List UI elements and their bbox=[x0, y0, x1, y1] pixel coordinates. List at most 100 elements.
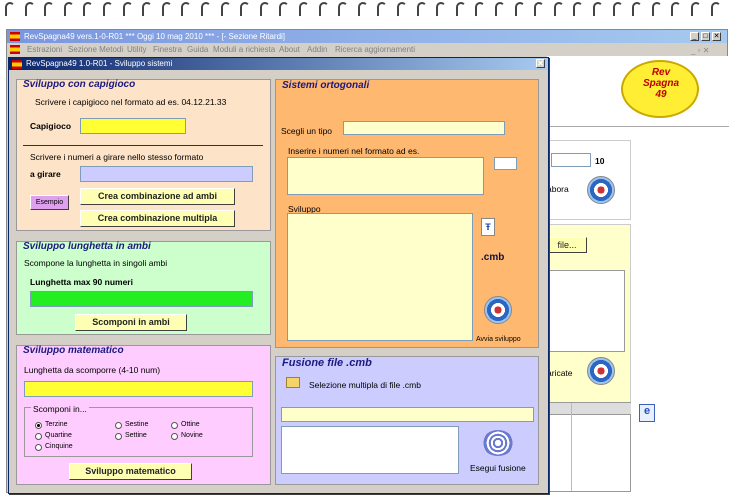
inserire-input[interactable] bbox=[287, 157, 484, 195]
matematico-input[interactable] bbox=[24, 381, 253, 397]
main-title: RevSpagna49 vers.1-0-R01 *** Oggi 10 mag… bbox=[24, 32, 286, 41]
matematico-panel: Sviluppo matematico Lunghetta da scompor… bbox=[16, 345, 271, 485]
bg-grid bbox=[547, 402, 631, 492]
binder-ring-icon bbox=[240, 2, 251, 16]
radio-terzine[interactable] bbox=[35, 422, 42, 429]
binder-ring-icon bbox=[475, 2, 486, 16]
fusione-panel: Fusione file .cmb Selezione multipla di … bbox=[275, 356, 539, 485]
sviluppo-matematico-button[interactable]: Sviluppo matematico bbox=[69, 463, 192, 480]
menu-finestra[interactable]: Finestra bbox=[153, 43, 182, 56]
crea-multipla-button[interactable]: Crea combinazione multipla bbox=[80, 210, 235, 227]
binder-ring-icon bbox=[455, 2, 466, 16]
binder-ring-icon bbox=[357, 2, 368, 16]
menu-utility[interactable]: Utility bbox=[127, 43, 147, 56]
fusione-sphere-icon[interactable] bbox=[482, 430, 514, 456]
binder-ring-icon bbox=[416, 2, 427, 16]
ie-icon[interactable]: e bbox=[639, 404, 655, 422]
app-flag-icon bbox=[10, 32, 20, 41]
binder-ring-icon bbox=[5, 2, 15, 16]
crea-ambi-button[interactable]: Crea combinazione ad ambi bbox=[80, 188, 235, 205]
binder-ring-icon bbox=[201, 2, 211, 16]
minimize-icon[interactable]: _ bbox=[690, 32, 699, 41]
capigioco-label: Capigioco bbox=[30, 121, 72, 131]
radio-novine-label: Novine bbox=[181, 432, 203, 439]
text-file-icon[interactable]: Ŧ bbox=[481, 218, 495, 236]
radio-settine[interactable] bbox=[115, 433, 122, 440]
ortogonali-panel: Sistemi ortogonali Scegli un tipo Inseri… bbox=[275, 79, 539, 348]
sub-flag-icon bbox=[12, 60, 22, 69]
capigioco-title: Sviluppo con capigioco bbox=[23, 79, 136, 90]
sviluppo-sistemi-window: RevSpagna49 1.0-R01 - Sviluppo sistemi ✕… bbox=[8, 57, 549, 494]
radio-novine[interactable] bbox=[171, 433, 178, 440]
binder-ring-icon bbox=[651, 2, 662, 16]
tipo-label: Scegli un tipo bbox=[281, 126, 333, 136]
logo-text: Rev Spagna 49 bbox=[642, 67, 680, 100]
folder-icon[interactable] bbox=[286, 377, 300, 388]
main-title-bar: RevSpagna49 vers.1-0-R01 *** Oggi 10 mag… bbox=[7, 30, 727, 43]
close-icon[interactable]: ✕ bbox=[712, 32, 721, 41]
bg-file-button[interactable]: file... bbox=[547, 237, 587, 253]
count-field[interactable] bbox=[494, 157, 517, 170]
menu-addin[interactable]: Addin bbox=[307, 43, 327, 56]
menu-about[interactable]: About bbox=[279, 43, 300, 56]
binder-ring-icon bbox=[495, 2, 505, 16]
esegui-label: Esegui fusione bbox=[470, 463, 526, 473]
radio-ottine-label: Ottine bbox=[181, 421, 200, 428]
radio-ottine[interactable] bbox=[171, 422, 178, 429]
sub-close-icon[interactable]: ✕ bbox=[536, 59, 545, 68]
binder-ring-icon bbox=[514, 2, 525, 16]
maximize-icon[interactable]: □ bbox=[701, 32, 710, 41]
binder-ring-icon bbox=[436, 2, 447, 16]
radio-quartine[interactable] bbox=[35, 433, 42, 440]
bg-elabora-target-icon[interactable] bbox=[587, 176, 615, 204]
girare-instruction: Scrivere i numeri a girare nello stesso … bbox=[30, 152, 204, 162]
matematico-length-label: Lunghetta da scomporre (4-10 num) bbox=[24, 365, 161, 375]
girare-label: a girare bbox=[30, 169, 61, 179]
binder-ring-icon bbox=[632, 2, 643, 16]
ortogonali-title: Sistemi ortogonali bbox=[282, 80, 370, 91]
binder-ring-icon bbox=[122, 2, 133, 16]
fusione-file-list[interactable] bbox=[281, 426, 459, 474]
menu-sezione-metodi[interactable]: Sezione Metodi bbox=[68, 43, 123, 56]
capigioco-instruction: Scrivere i capigioco nel formato ad es. … bbox=[35, 97, 227, 107]
girare-input[interactable] bbox=[80, 166, 253, 182]
menu-guida[interactable]: Guida bbox=[187, 43, 208, 56]
avvia-label: Avvia sviluppo bbox=[476, 336, 521, 343]
background-content: Rev Spagna 49 10 abora file... aricate e bbox=[547, 56, 729, 494]
binder-ring-icon bbox=[103, 2, 113, 16]
sviluppo-output[interactable] bbox=[287, 213, 473, 341]
menu-ricerca[interactable]: Ricerca aggiornamenti bbox=[335, 43, 415, 56]
radio-sestine-label: Sestine bbox=[125, 421, 149, 428]
logo: Rev Spagna 49 bbox=[621, 60, 699, 118]
menu-estrazioni[interactable]: Estrazioni bbox=[27, 43, 62, 56]
fusione-path-input[interactable] bbox=[281, 407, 534, 422]
radio-sestine[interactable] bbox=[115, 422, 122, 429]
avvia-target-icon[interactable] bbox=[484, 296, 512, 324]
lunghetta-instruction: Scompone la lunghetta in singoli ambi bbox=[24, 258, 168, 268]
lunghetta-input[interactable] bbox=[30, 291, 253, 307]
tipo-select[interactable] bbox=[343, 121, 505, 135]
fusione-title: Fusione file .cmb bbox=[282, 357, 372, 369]
binder-ring-icon bbox=[612, 2, 623, 16]
binder-ring-icon bbox=[181, 2, 192, 16]
bg-caricate-target-icon[interactable] bbox=[587, 357, 615, 385]
radio-terzine-label: Terzine bbox=[45, 421, 68, 428]
binder-ring-icon bbox=[377, 2, 388, 16]
bg-input[interactable] bbox=[551, 153, 591, 167]
lunghetta-panel: Sviluppo lunghetta in ambi Scompone la l… bbox=[16, 241, 271, 335]
selezione-label: Selezione multipla di file .cmb bbox=[309, 380, 421, 390]
radio-quartine-label: Quartine bbox=[45, 432, 72, 439]
radio-cinquine[interactable] bbox=[35, 444, 42, 451]
binder-ring-icon bbox=[534, 2, 545, 16]
bg-caricate-label: aricate bbox=[547, 368, 573, 378]
esempio-button[interactable]: Esempio bbox=[30, 195, 69, 210]
binder-ring-icon bbox=[553, 2, 564, 16]
bg-number: 10 bbox=[595, 156, 605, 166]
binder-ring-icon bbox=[691, 2, 701, 16]
binder-ring-icon bbox=[24, 2, 35, 16]
menu-moduli[interactable]: Moduli a richiesta bbox=[213, 43, 275, 56]
binder-ring-icon bbox=[83, 2, 94, 16]
scomponi-ambi-button[interactable]: Scomponi in ambi bbox=[75, 314, 187, 331]
binder-ring-icon bbox=[397, 2, 407, 16]
capigioco-input[interactable] bbox=[80, 118, 186, 134]
